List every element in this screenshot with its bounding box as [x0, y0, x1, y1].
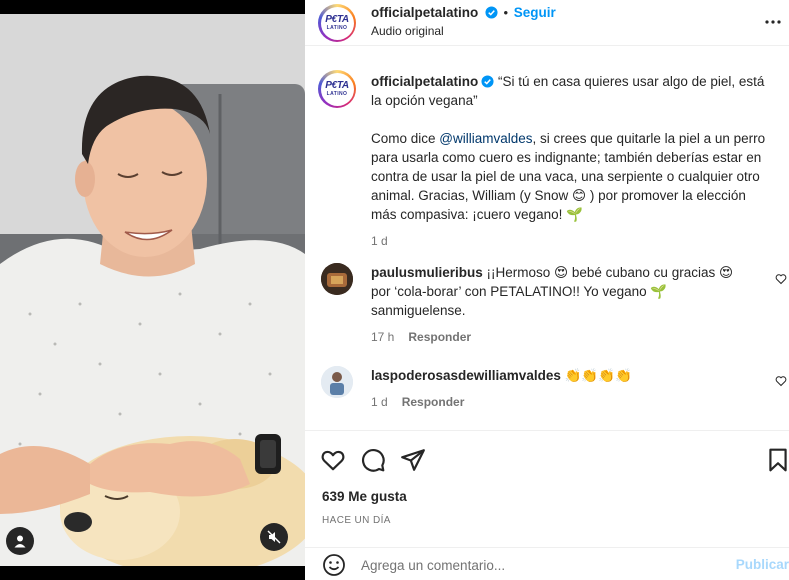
- heart-icon[interactable]: [320, 447, 346, 473]
- avatar-image: [321, 366, 353, 398]
- comment-input[interactable]: [361, 552, 701, 578]
- comment-time[interactable]: 17 h: [371, 330, 394, 344]
- video-frame[interactable]: [0, 14, 305, 566]
- post-timestamp[interactable]: HACE UN DÍA: [322, 515, 391, 526]
- logo-text-bottom: LATINO: [326, 25, 348, 31]
- commenter-avatar[interactable]: [321, 263, 353, 295]
- caption-username[interactable]: officialpetalatino: [371, 74, 478, 89]
- audio-toggle-button[interactable]: [260, 523, 288, 551]
- header-meta: officialpetalatino • Seguir Audio origin…: [371, 5, 556, 38]
- comment-item: laspoderosasdewilliamvaldes 👏👏👏👏 1 d Resp…: [371, 366, 756, 412]
- post-details-panel: P€TA LATINO officialpetalatino • Seguir …: [305, 0, 789, 580]
- reply-button[interactable]: Responder: [408, 330, 471, 344]
- author-avatar[interactable]: P€TA LATINO: [318, 4, 356, 42]
- logo-text-bottom: LATINO: [326, 91, 348, 97]
- bookmark-icon[interactable]: [765, 447, 789, 473]
- caption-text-pre: Como dice: [371, 131, 440, 146]
- comment-meta: 17 h Responder: [371, 328, 756, 347]
- logo-text-top: P€TA: [325, 14, 349, 25]
- comment-item: paulusmulieribus ¡¡Hermoso 😍 bebé cubano…: [371, 263, 756, 347]
- video-still-illustration: [0, 14, 305, 566]
- more-options-button[interactable]: [763, 12, 783, 32]
- comment-meta: 1 d Responder: [371, 393, 756, 412]
- muted-audio-icon: [267, 530, 281, 544]
- comment-time[interactable]: 1 d: [371, 395, 388, 409]
- like-count[interactable]: 639 Me gusta: [322, 489, 407, 504]
- post-header: P€TA LATINO officialpetalatino • Seguir …: [305, 0, 789, 46]
- separator-dot: •: [503, 5, 509, 20]
- emoji-icon[interactable]: [322, 553, 346, 577]
- video-player[interactable]: [0, 0, 305, 580]
- like-comment-heart-icon[interactable]: [775, 375, 787, 387]
- publish-button[interactable]: Publicar: [736, 557, 789, 572]
- audio-label[interactable]: Audio original: [371, 24, 556, 38]
- avatar-image: [321, 263, 353, 295]
- more-options-icon: [765, 20, 781, 24]
- comment-text: 👏👏👏👏: [560, 368, 632, 383]
- logo-text-top: P€TA: [325, 80, 349, 91]
- petalatino-logo: P€TA LATINO: [320, 72, 354, 106]
- author-username[interactable]: officialpetalatino: [371, 5, 478, 20]
- comment-composer: Publicar: [305, 547, 789, 580]
- comment-username[interactable]: paulusmulieribus: [371, 265, 483, 280]
- verified-badge-icon: [481, 75, 494, 88]
- user-tag-icon: [14, 535, 26, 548]
- reply-button[interactable]: Responder: [402, 395, 465, 409]
- post-actions: 639 Me gusta HACE UN DÍA Publicar: [305, 430, 789, 580]
- share-icon[interactable]: [400, 447, 426, 473]
- like-comment-heart-icon[interactable]: [775, 273, 787, 285]
- comment-icon[interactable]: [360, 447, 386, 473]
- petalatino-logo: P€TA LATINO: [320, 6, 354, 40]
- comment-username[interactable]: laspoderosasdewilliamvaldes: [371, 368, 561, 383]
- post-caption: officialpetalatino “Si tú en casa quiere…: [371, 72, 771, 251]
- commenter-avatar[interactable]: [321, 366, 353, 398]
- follow-button[interactable]: Seguir: [514, 5, 556, 20]
- caption-author-avatar[interactable]: P€TA LATINO: [318, 70, 356, 108]
- verified-badge-icon: [485, 6, 498, 19]
- caption-time[interactable]: 1 d: [371, 232, 771, 251]
- caption-body: Como dice @williamvaldes, si crees que q…: [371, 129, 771, 224]
- tagged-users-button[interactable]: [6, 527, 34, 555]
- mention-link[interactable]: @williamvaldes: [439, 131, 532, 146]
